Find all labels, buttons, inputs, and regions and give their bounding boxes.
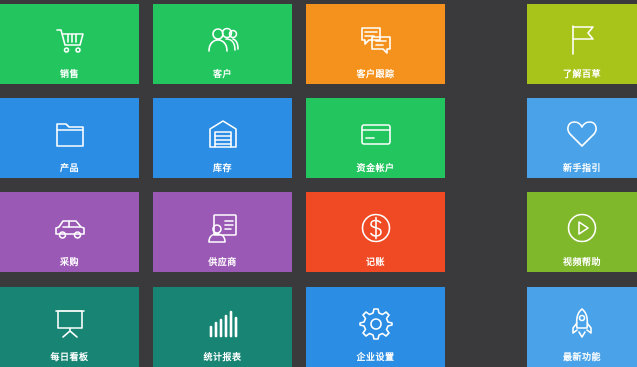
flag-icon [565, 23, 599, 57]
presentation-board-icon [53, 306, 87, 340]
tile-label: 最新功能 [562, 353, 601, 363]
contact-card-icon [206, 211, 240, 245]
tile-customer-followup[interactable]: 客户跟踪 [306, 4, 445, 84]
tile-beginner-guide[interactable]: 新手指引 [527, 98, 637, 178]
tile-video-help[interactable]: 视频帮助 [527, 192, 637, 272]
shopping-cart-icon [53, 23, 87, 57]
tile-label: 记账 [365, 258, 385, 268]
tile-label: 新手指引 [562, 164, 601, 174]
tile-bookkeeping[interactable]: 记账 [306, 192, 445, 272]
tile-label: 企业设置 [356, 353, 395, 363]
tile-label: 了解百草 [562, 70, 601, 80]
tile-label: 采购 [59, 258, 79, 268]
tile-label: 统计报表 [203, 353, 242, 363]
folder-icon [53, 117, 87, 151]
heart-icon [565, 117, 599, 151]
tile-inventory[interactable]: 库存 [153, 98, 292, 178]
rocket-icon [565, 306, 599, 340]
tile-latest-features[interactable]: 最新功能 [527, 287, 637, 367]
tile-label: 资金帐户 [356, 164, 395, 174]
tile-purchase[interactable]: 采购 [0, 192, 139, 272]
tile-label: 客户 [212, 70, 232, 80]
tile-customers[interactable]: 客户 [153, 4, 292, 84]
people-icon [206, 23, 240, 57]
tile-label: 产品 [59, 164, 79, 174]
bar-chart-icon [206, 306, 240, 340]
tile-label: 库存 [212, 164, 232, 174]
play-circle-icon [565, 211, 599, 245]
tile-statistics-reports[interactable]: 统计报表 [153, 287, 292, 367]
tile-fund-accounts[interactable]: 资金帐户 [306, 98, 445, 178]
credit-card-icon [359, 117, 393, 151]
dollar-coin-icon [359, 211, 393, 245]
tile-suppliers[interactable]: 供应商 [153, 192, 292, 272]
tile-label: 销售 [59, 70, 79, 80]
tile-products[interactable]: 产品 [0, 98, 139, 178]
chat-bubbles-icon [359, 23, 393, 57]
tile-about[interactable]: 了解百草 [527, 4, 637, 84]
tile-label: 视频帮助 [562, 258, 601, 268]
tile-label: 供应商 [208, 258, 237, 268]
car-icon [53, 211, 87, 245]
tile-label: 客户跟踪 [356, 70, 395, 80]
gear-icon [358, 306, 393, 340]
tile-sales[interactable]: 销售 [0, 4, 139, 84]
warehouse-icon [206, 117, 240, 151]
tile-label: 每日看板 [50, 353, 89, 363]
tile-daily-dashboard[interactable]: 每日看板 [0, 287, 139, 367]
tile-enterprise-settings[interactable]: 企业设置 [306, 287, 445, 367]
